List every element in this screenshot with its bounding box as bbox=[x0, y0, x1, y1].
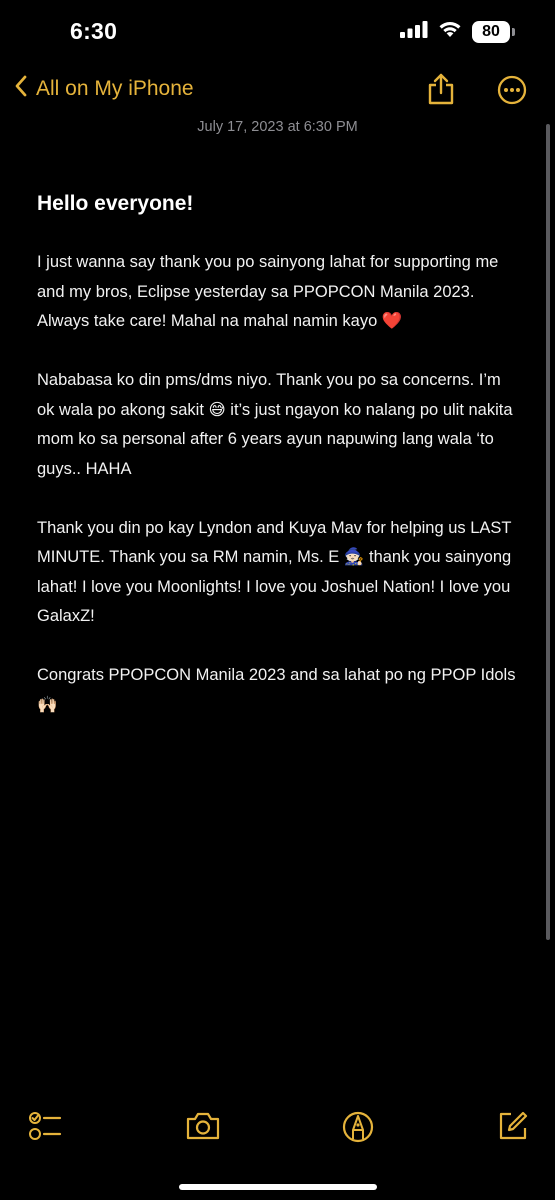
markup-pen-icon bbox=[341, 1111, 375, 1148]
note-paragraph-4: Congrats PPOPCON Manila 2023 and sa laha… bbox=[37, 666, 516, 714]
status-indicators: 80 bbox=[400, 20, 515, 43]
signal-icon bbox=[400, 20, 428, 43]
note-date: July 17, 2023 at 6:30 PM bbox=[197, 119, 358, 135]
home-indicator[interactable] bbox=[179, 1184, 377, 1190]
checklist-button[interactable] bbox=[28, 1110, 62, 1147]
status-time: 6:30 bbox=[70, 18, 118, 44]
ellipsis-circle-icon bbox=[497, 75, 527, 109]
camera-icon bbox=[185, 1112, 221, 1146]
note-title: Hello everyone! bbox=[37, 192, 194, 215]
camera-button[interactable] bbox=[185, 1110, 221, 1147]
chevron-left-icon bbox=[14, 74, 36, 104]
more-button[interactable] bbox=[497, 75, 527, 110]
share-icon bbox=[426, 73, 456, 110]
scrollbar[interactable] bbox=[546, 124, 550, 940]
battery-level: 80 bbox=[472, 20, 510, 43]
share-button[interactable] bbox=[426, 72, 456, 111]
note-paragraph-3: Thank you din po kay Lyndon and Kuya Mav… bbox=[37, 518, 512, 626]
compose-icon bbox=[497, 1111, 529, 1146]
compose-button[interactable] bbox=[497, 1110, 529, 1147]
back-button[interactable]: All on My iPhone bbox=[14, 74, 194, 104]
checklist-icon bbox=[28, 1112, 62, 1146]
wifi-icon bbox=[438, 20, 462, 43]
battery-cap bbox=[512, 27, 515, 36]
note-body[interactable]: Hello everyone! I just wanna say thank y… bbox=[37, 190, 517, 750]
markup-button[interactable] bbox=[341, 1110, 375, 1149]
back-label: All on My iPhone bbox=[36, 77, 194, 100]
note-paragraph-2: Nababasa ko din pms/dms niyo. Thank you … bbox=[37, 371, 513, 478]
notes-screen: 6:30 80 All on My iPhone July 17, 2023 a… bbox=[0, 0, 555, 1200]
battery-indicator: 80 bbox=[472, 20, 515, 43]
note-paragraph-1: I just wanna say thank you po sainyong l… bbox=[37, 253, 499, 330]
